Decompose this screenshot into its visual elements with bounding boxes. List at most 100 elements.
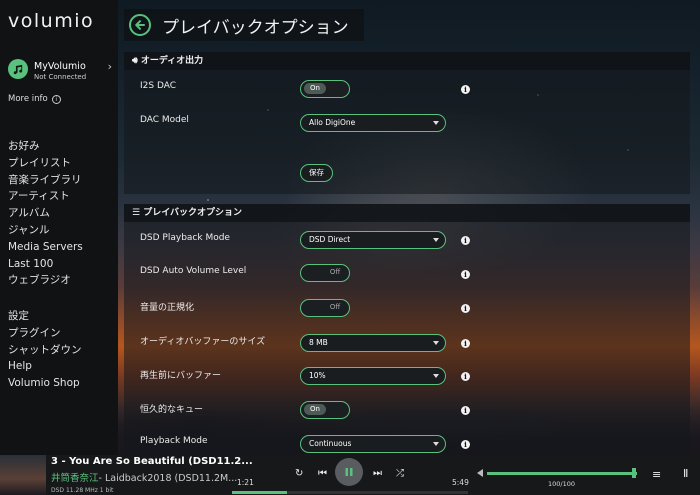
sidebar-item-favorites[interactable]: お好み	[8, 138, 83, 155]
i2s-dac-state: On	[304, 83, 326, 94]
music-note-icon	[8, 59, 28, 79]
sidebar-item-plugins[interactable]: プラグイン	[8, 325, 82, 342]
persistent-queue-toggle[interactable]: On	[300, 401, 350, 419]
audio-output-header: 🔊︎ オーディオ出力	[124, 52, 690, 70]
album-art[interactable]	[0, 455, 46, 495]
sidebar-item-music-library[interactable]: 音楽ライブラリ	[8, 172, 83, 189]
shuffle-icon[interactable]: ⤮	[396, 468, 404, 479]
buffer-size-value: 8 MB	[309, 338, 328, 347]
myvolumio-status: Not Connected	[34, 73, 87, 81]
player-bar: 3 - You Are So Beautiful (DSD11.2... 井筒香…	[0, 455, 700, 495]
dsd-mode-label: DSD Playback Mode	[140, 233, 230, 243]
volume-down-icon[interactable]	[477, 469, 483, 477]
main-menu: お好み プレイリスト 音楽ライブラリ アーティスト アルバム ジャンル Medi…	[8, 138, 83, 289]
i2s-dac-toggle[interactable]: On	[300, 80, 350, 98]
track-artist-album[interactable]: 井筒香奈江- Laidback2018 (DSD11.2M...	[51, 470, 237, 484]
dac-model-value: Allo DigiOne	[309, 118, 356, 127]
sidebar: volumio MyVolumio Not Connected › More i…	[0, 0, 118, 455]
pause-icon	[345, 468, 353, 476]
sidebar-item-genres[interactable]: ジャンル	[8, 222, 83, 239]
sidebar-item-albums[interactable]: アルバム	[8, 205, 83, 222]
persistent-queue-state: On	[304, 404, 326, 415]
secondary-menu: 設定 プラグイン シャットダウン Help Volumio Shop	[8, 308, 82, 392]
playback-mode-select[interactable]: Continuous	[300, 435, 446, 453]
sidebar-item-artists[interactable]: アーティスト	[8, 188, 83, 205]
info-icon[interactable]: i	[461, 440, 470, 449]
play-pause-button[interactable]	[335, 458, 363, 486]
sidebar-item-playlists[interactable]: プレイリスト	[8, 155, 83, 172]
dsd-auto-volume-label: DSD Auto Volume Level	[140, 266, 247, 276]
i2s-dac-label: I2S DAC	[140, 81, 177, 91]
speaker-icon: 🔊︎	[132, 56, 138, 66]
volumio-logo[interactable]: volumio	[8, 10, 94, 32]
buffer-size-select[interactable]: 8 MB	[300, 334, 446, 352]
queue-icon[interactable]: ≡	[652, 468, 661, 481]
dsd-auto-volume-state: Off	[329, 268, 341, 276]
prebuffer-select[interactable]: 10%	[300, 367, 446, 385]
playback-options-header: ☰ プレイバックオプション	[124, 204, 690, 222]
info-icon[interactable]: i	[461, 270, 470, 279]
dsd-mode-select[interactable]: DSD Direct	[300, 231, 446, 249]
volume-level	[487, 472, 637, 475]
track-title[interactable]: 3 - You Are So Beautiful (DSD11.2...	[51, 456, 253, 467]
prebuffer-label: 再生前にバッファー	[140, 371, 222, 381]
elapsed-time: 1:21	[237, 478, 254, 487]
sidebar-item-help[interactable]: Help	[8, 358, 82, 375]
save-button[interactable]: 保存	[300, 164, 333, 182]
arrow-left-icon	[135, 20, 145, 30]
volume-slider[interactable]	[487, 472, 637, 475]
volume-text: 100/100	[548, 480, 576, 488]
repeat-icon[interactable]: ↻	[295, 468, 303, 479]
chevron-right-icon[interactable]: ›	[108, 60, 112, 73]
audio-output-panel	[124, 70, 690, 194]
dac-model-label: DAC Model	[140, 115, 189, 125]
caret-down-icon	[433, 374, 439, 378]
more-info-link[interactable]: More info i	[8, 94, 61, 104]
track-format: DSD 11.28 MHz 1 bit	[51, 487, 114, 494]
playback-mode-value: Continuous	[309, 439, 352, 448]
total-time: 5:49	[452, 478, 469, 487]
more-info-label: More info	[8, 94, 48, 104]
previous-icon[interactable]: ⏮︎	[318, 468, 327, 479]
sliders-icon: ☰	[132, 208, 141, 218]
library-icon[interactable]: Ⅱ	[683, 467, 688, 480]
caret-down-icon	[433, 121, 439, 125]
page-header: プレイバックオプション	[124, 9, 364, 41]
back-button[interactable]	[129, 14, 151, 36]
track-album: - Laidback2018 (DSD11.2M...	[98, 473, 238, 484]
caret-down-icon	[433, 442, 439, 446]
caret-down-icon	[433, 341, 439, 345]
sidebar-item-shutdown[interactable]: シャットダウン	[8, 342, 82, 359]
track-artist: 井筒香奈江	[51, 473, 99, 484]
page-title: プレイバックオプション	[162, 18, 349, 38]
sidebar-item-web-radio[interactable]: ウェブラジオ	[8, 272, 83, 289]
myvolumio-card[interactable]: MyVolumio Not Connected ›	[8, 59, 114, 87]
volume-knob[interactable]	[632, 468, 636, 478]
seek-progress	[232, 491, 287, 494]
playback-options-title: プレイバックオプション	[143, 208, 243, 218]
persistent-queue-label: 恒久的なキュー	[140, 405, 204, 415]
sidebar-item-volumio-shop[interactable]: Volumio Shop	[8, 375, 82, 392]
info-icon: i	[51, 95, 61, 104]
info-icon[interactable]: i	[461, 406, 470, 415]
dsd-auto-volume-toggle[interactable]: Off	[300, 264, 350, 282]
info-icon[interactable]: i	[461, 85, 470, 94]
sidebar-item-settings[interactable]: 設定	[8, 308, 82, 325]
sidebar-item-media-servers[interactable]: Media Servers	[8, 239, 83, 256]
myvolumio-name: MyVolumio	[34, 61, 86, 72]
dac-model-select[interactable]: Allo DigiOne	[300, 114, 446, 132]
seek-bar[interactable]	[232, 491, 468, 494]
info-icon[interactable]: i	[461, 236, 470, 245]
info-icon[interactable]: i	[461, 339, 470, 348]
normalize-toggle[interactable]: Off	[300, 299, 350, 317]
normalize-state: Off	[329, 303, 341, 311]
info-icon[interactable]: i	[461, 372, 470, 381]
playback-mode-label: Playback Mode	[140, 436, 208, 446]
info-icon[interactable]: i	[461, 304, 470, 313]
dsd-mode-value: DSD Direct	[309, 235, 351, 244]
buffer-size-label: オーディオバッファーのサイズ	[140, 337, 266, 347]
audio-output-title: オーディオ出力	[140, 56, 204, 66]
caret-down-icon	[433, 238, 439, 242]
sidebar-item-last-100[interactable]: Last 100	[8, 256, 83, 273]
next-icon[interactable]: ⏭︎	[373, 468, 382, 479]
